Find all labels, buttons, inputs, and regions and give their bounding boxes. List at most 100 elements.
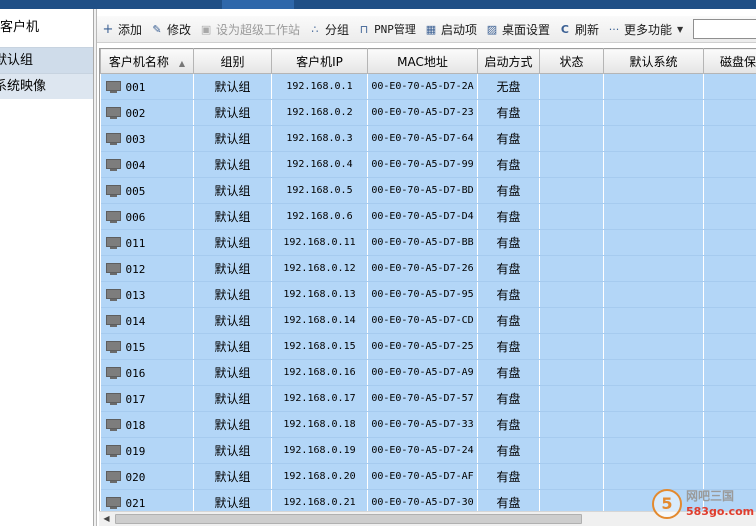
computer-icon: [105, 418, 121, 432]
cell-default-os: [603, 359, 704, 386]
group-button[interactable]: ∴ 分组: [304, 18, 353, 40]
cell-group: 默认组: [193, 359, 272, 386]
table-row[interactable]: 015 默认组 192.168.0.15 00-E0-70-A5-D7-25 有盘: [100, 333, 756, 360]
table-row[interactable]: 003 默认组 192.168.0.3 00-E0-70-A5-D7-64 有盘: [100, 125, 756, 152]
more-functions-label: 更多功能: [623, 22, 672, 37]
panel-splitter[interactable]: [94, 9, 97, 526]
pnp-manage-button[interactable]: ⊓ PNP管理: [353, 18, 420, 40]
cell-boot: 有盘: [477, 255, 540, 282]
more-functions-button[interactable]: ··· 更多功能 ▼: [603, 18, 687, 40]
desktop-settings-button[interactable]: ▨ 桌面设置: [481, 18, 554, 40]
column-header-label: MAC地址: [397, 54, 448, 69]
table-row[interactable]: 016 默认组 192.168.0.16 00-E0-70-A5-D7-A9 有盘: [100, 359, 756, 386]
table-row[interactable]: 019 默认组 192.168.0.19 00-E0-70-A5-D7-24 有盘: [100, 437, 756, 464]
client-name-text: 017: [125, 392, 146, 406]
tree-item-label: 系统映像: [0, 79, 47, 94]
cell-status: [539, 125, 604, 152]
cell-group: 默认组: [193, 255, 272, 282]
cell-mac: 00-E0-70-A5-D7-99: [367, 151, 478, 178]
cell-boot: 有盘: [477, 359, 540, 386]
client-name-text: 020: [125, 470, 146, 484]
cell-disk: [703, 99, 756, 126]
cell-mac: 00-E0-70-A5-D7-25: [367, 333, 478, 360]
edit-button[interactable]: ✎ 修改: [146, 18, 195, 40]
table-row[interactable]: 002 默认组 192.168.0.2 00-E0-70-A5-D7-23 有盘: [100, 99, 756, 126]
client-name-text: 003: [125, 132, 146, 146]
client-name-text: 019: [125, 444, 146, 458]
cell-group: 默认组: [193, 99, 272, 126]
cell-mac: 00-E0-70-A5-D7-33: [367, 411, 478, 438]
toolbar: + 添加 ✎ 修改 ▣ 设为超级工作站 ∴ 分组 ⊓ PNP管理 ▦ 启动项 ▨ 桌面设置 C…: [97, 16, 756, 43]
column-header-status[interactable]: 状态: [539, 48, 604, 74]
column-header-boot[interactable]: 启动方式: [477, 48, 540, 74]
cell-boot: 有盘: [477, 307, 540, 334]
client-name-text: 002: [125, 106, 146, 120]
cell-default-os: [603, 255, 704, 282]
cell-default-os: [603, 333, 704, 360]
cell-boot: 有盘: [477, 489, 540, 511]
cell-client-name: 020: [100, 463, 194, 490]
set-super-workstation-button[interactable]: ▣ 设为超级工作站: [195, 18, 304, 40]
cell-boot: 有盘: [477, 203, 540, 230]
tree-item-default-group[interactable]: 默认组: [0, 47, 93, 73]
cell-group: 默认组: [193, 203, 272, 230]
computer-icon: [105, 314, 121, 328]
table-row[interactable]: 005 默认组 192.168.0.5 00-E0-70-A5-D7-BD 有盘: [100, 177, 756, 204]
cell-client-name: 017: [100, 385, 194, 412]
search-input[interactable]: [693, 19, 756, 39]
cell-ip: 192.168.0.12: [271, 255, 368, 282]
computer-icon: [105, 496, 121, 510]
table-row[interactable]: 014 默认组 192.168.0.14 00-E0-70-A5-D7-CD 有盘: [100, 307, 756, 334]
tree-item-system-image[interactable]: 系统映像: [0, 73, 93, 99]
table-row[interactable]: 006 默认组 192.168.0.6 00-E0-70-A5-D7-D4 有盘: [100, 203, 756, 230]
table-row[interactable]: 013 默认组 192.168.0.13 00-E0-70-A5-D7-95 有盘: [100, 281, 756, 308]
cell-mac: 00-E0-70-A5-D7-23: [367, 99, 478, 126]
group-icon: ∴: [311, 22, 319, 36]
startup-items-button[interactable]: ▦ 启动项: [420, 18, 481, 40]
client-name-text: 005: [125, 184, 146, 198]
add-label: 添加: [118, 22, 143, 37]
column-header-mac[interactable]: MAC地址: [367, 48, 478, 74]
table-row[interactable]: 018 默认组 192.168.0.18 00-E0-70-A5-D7-33 有盘: [100, 411, 756, 438]
cell-boot: 有盘: [477, 151, 540, 178]
cell-mac: 00-E0-70-A5-D7-CD: [367, 307, 478, 334]
scroll-left-icon[interactable]: ◀: [99, 512, 114, 526]
column-header-disk-protect[interactable]: 磁盘保: [703, 48, 756, 74]
column-header-ip[interactable]: 客户机IP: [271, 48, 368, 74]
group-label: 分组: [325, 22, 350, 37]
cell-status: [539, 307, 604, 334]
cell-client-name: 013: [100, 281, 194, 308]
column-header-default-os[interactable]: 默认系统: [603, 48, 704, 74]
cell-client-name: 012: [100, 255, 194, 282]
cell-ip: 192.168.0.5: [271, 177, 368, 204]
table-row[interactable]: 012 默认组 192.168.0.12 00-E0-70-A5-D7-26 有盘: [100, 255, 756, 282]
cell-disk: [703, 203, 756, 230]
grid-icon: ▦: [425, 22, 437, 36]
cell-client-name: 018: [100, 411, 194, 438]
cell-mac: 00-E0-70-A5-D7-24: [367, 437, 478, 464]
column-header-name[interactable]: 客户机名称 ▲: [100, 48, 194, 74]
column-header-group[interactable]: 组别: [193, 48, 272, 74]
cell-client-name: 003: [100, 125, 194, 152]
computer-icon: [105, 366, 121, 380]
refresh-button[interactable]: C 刷新: [554, 18, 603, 40]
tree-root-clients[interactable]: 客户机: [0, 9, 93, 47]
image-icon: ▨: [486, 22, 498, 36]
computer-icon: [105, 340, 121, 354]
table-row[interactable]: 001 默认组 192.168.0.1 00-E0-70-A5-D7-2A 无盘: [100, 73, 756, 100]
cell-ip: 192.168.0.14: [271, 307, 368, 334]
cell-ip: 192.168.0.6: [271, 203, 368, 230]
add-button[interactable]: + 添加: [97, 18, 146, 40]
table-row[interactable]: 017 默认组 192.168.0.17 00-E0-70-A5-D7-57 有盘: [100, 385, 756, 412]
computer-icon: [105, 184, 121, 198]
cell-status: [539, 437, 604, 464]
cell-disk: [703, 177, 756, 204]
site-watermark: 5 网吧三国 583go.com: [652, 481, 756, 526]
table-row[interactable]: 004 默认组 192.168.0.4 00-E0-70-A5-D7-99 有盘: [100, 151, 756, 178]
pencil-icon: ✎: [152, 22, 162, 36]
client-name-text: 001: [125, 80, 146, 94]
cell-mac: 00-E0-70-A5-D7-BB: [367, 229, 478, 256]
table-row[interactable]: 011 默认组 192.168.0.11 00-E0-70-A5-D7-BB 有盘: [100, 229, 756, 256]
cell-disk: [703, 411, 756, 438]
scrollbar-thumb[interactable]: [115, 514, 582, 524]
